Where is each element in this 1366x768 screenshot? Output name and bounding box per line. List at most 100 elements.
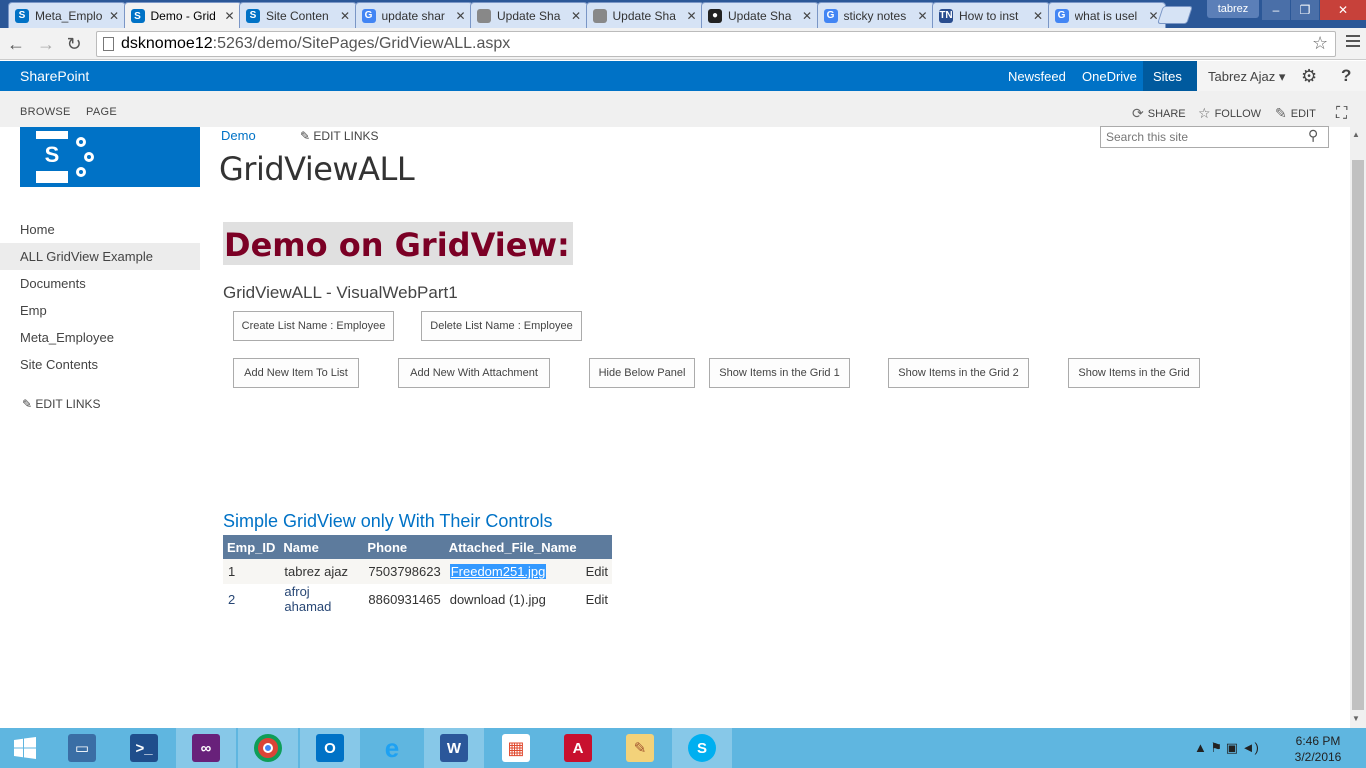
browser-tab[interactable]: Gupdate shar ✕ xyxy=(354,2,473,28)
user-name[interactable]: Tabrez Ajaz ▾ xyxy=(1208,69,1285,85)
scroll-down-icon[interactable]: ▼ xyxy=(1352,714,1360,723)
nav-item-home[interactable]: Home xyxy=(0,216,200,243)
create-list-button[interactable]: Create List Name : Employee xyxy=(233,311,394,341)
edit-links-top[interactable]: ✎ EDIT LINKS xyxy=(300,129,379,143)
taskbar-powershell[interactable]: >_ xyxy=(114,728,174,768)
suite-link-sites[interactable]: Sites xyxy=(1153,69,1182,84)
browser-tab-label: Update Sha xyxy=(612,8,676,23)
delete-list-button[interactable]: Delete List Name : Employee xyxy=(421,311,582,341)
scrollbar-thumb[interactable] xyxy=(1352,160,1364,710)
nav-item-meta-employee[interactable]: Meta_Employee xyxy=(0,324,200,351)
chevron-down-icon: ▾ xyxy=(1278,69,1286,84)
search-input[interactable]: Search this site xyxy=(1100,126,1329,148)
help-icon[interactable]: ? xyxy=(1341,66,1351,86)
close-tab-icon[interactable]: ✕ xyxy=(109,9,119,23)
file-link[interactable]: download (1).jpg xyxy=(445,584,581,614)
paint-icon: ✎ xyxy=(626,734,654,762)
forward-icon[interactable]: → xyxy=(36,34,56,54)
nav-item-site-contents[interactable]: Site Contents xyxy=(0,351,200,378)
url-host: dsknomoe12 xyxy=(121,35,213,52)
search-icon[interactable]: ⚲ xyxy=(1308,127,1318,144)
taskbar-clock[interactable]: 6:46 PM 3/2/2016 xyxy=(1286,733,1350,765)
suite-link-newsfeed[interactable]: Newsfeed xyxy=(1008,69,1066,84)
document-icon xyxy=(477,8,491,23)
follow-button[interactable]: ☆ FOLLOW xyxy=(1198,105,1261,122)
edit-link[interactable]: Edit xyxy=(580,559,613,584)
taskbar-acrobat[interactable]: A xyxy=(548,728,608,768)
edit-button[interactable]: ✎ EDIT xyxy=(1275,105,1316,122)
minimize-button[interactable]: – xyxy=(1262,0,1290,20)
google-icon: G xyxy=(1054,8,1069,23)
nav-item-emp[interactable]: Emp xyxy=(0,297,200,324)
hide-panel-button[interactable]: Hide Below Panel xyxy=(589,358,695,388)
clock-date: 3/2/2016 xyxy=(1294,750,1342,764)
suite-link-onedrive[interactable]: OneDrive xyxy=(1082,69,1137,84)
site-logo[interactable]: S xyxy=(20,127,200,187)
focus-on-content-icon[interactable]: ⛶ xyxy=(1336,105,1347,123)
share-button[interactable]: ⟳ SHARE xyxy=(1132,105,1186,122)
edit-links-nav[interactable]: ✎ EDIT LINKS xyxy=(22,397,101,411)
close-tab-icon[interactable]: ✕ xyxy=(571,9,581,23)
edit-link[interactable]: Edit xyxy=(581,584,612,614)
star-icon: ☆ xyxy=(1198,105,1211,121)
close-tab-icon[interactable]: ✕ xyxy=(340,9,350,23)
reload-icon[interactable]: ↻ xyxy=(64,34,84,54)
browser-tab[interactable]: Gwhat is usel ✕ xyxy=(1047,2,1166,28)
browser-tab-label: Update Sha xyxy=(497,8,561,23)
new-tab-button[interactable] xyxy=(1157,6,1193,24)
browser-tab[interactable]: S Demo - Grid ✕ xyxy=(123,2,242,29)
browser-tab[interactable]: Update Sha ✕ xyxy=(585,2,704,28)
close-tab-icon[interactable]: ✕ xyxy=(686,9,696,23)
page-icon xyxy=(103,37,114,51)
gear-icon[interactable]: ⚙ xyxy=(1301,66,1317,87)
taskbar-skype[interactable]: S xyxy=(672,728,732,768)
bookmark-star-icon[interactable]: ☆ xyxy=(1312,33,1328,54)
browser-tab[interactable]: S Meta_Emplo ✕ xyxy=(8,2,126,28)
scroll-up-icon[interactable]: ▲ xyxy=(1352,130,1360,139)
acrobat-icon: A xyxy=(564,734,592,762)
taskbar-visual-studio[interactable]: ∞ xyxy=(176,728,236,768)
show-grid-2-button[interactable]: Show Items in the Grid 2 xyxy=(888,358,1029,388)
close-tab-icon[interactable]: ✕ xyxy=(455,9,465,23)
cell-name: tabrez ajaz xyxy=(279,559,364,584)
browser-tab[interactable]: Gsticky notes ✕ xyxy=(816,2,935,28)
taskbar-paint[interactable]: ✎ xyxy=(610,728,670,768)
restore-button[interactable]: ❐ xyxy=(1291,0,1319,20)
header-name: Name xyxy=(279,535,364,559)
user-menu[interactable]: Tabrez Ajaz ▾ ⚙ ? xyxy=(1197,61,1366,91)
browser-tab[interactable]: TN How to inst ✕ xyxy=(932,2,1050,28)
browser-tab[interactable]: ● Update Sha ✕ xyxy=(701,2,819,28)
close-tab-icon[interactable]: ✕ xyxy=(917,9,927,23)
nav-item-documents[interactable]: Documents xyxy=(0,270,200,297)
ribbon-tab-page[interactable]: PAGE xyxy=(86,106,117,118)
nav-item-all-gridview[interactable]: ALL GridView Example xyxy=(0,243,200,270)
taskbar-chrome[interactable] xyxy=(238,728,298,768)
browser-profile-chip[interactable]: tabrez xyxy=(1207,0,1259,18)
close-tab-icon[interactable]: ✕ xyxy=(802,9,812,23)
header-emp-id: Emp_ID xyxy=(223,535,280,559)
ribbon-tab-browse[interactable]: BROWSE xyxy=(20,106,71,118)
add-with-attachment-button[interactable]: Add New With Attachment xyxy=(398,358,550,388)
close-tab-icon[interactable]: ✕ xyxy=(224,9,234,23)
taskbar-ie[interactable]: e xyxy=(362,728,422,768)
sharepoint-brand[interactable]: SharePoint xyxy=(20,68,89,84)
show-grid-1-button[interactable]: Show Items in the Grid 1 xyxy=(709,358,850,388)
browser-tab[interactable]: Update Sha ✕ xyxy=(470,2,588,28)
browser-menu-icon[interactable] xyxy=(1346,35,1360,50)
close-window-button[interactable]: ✕ xyxy=(1320,0,1366,20)
breadcrumb[interactable]: Demo xyxy=(221,128,256,143)
taskbar-outlook[interactable]: O xyxy=(300,728,360,768)
add-new-item-button[interactable]: Add New Item To List xyxy=(233,358,359,388)
url-input[interactable]: dsknomoe12:5263/demo/SitePages/GridViewA… xyxy=(96,31,1336,57)
file-link[interactable]: Freedom251.jpg xyxy=(449,564,547,579)
taskbar-word[interactable]: W xyxy=(424,728,484,768)
cell-emp-id: 2 xyxy=(228,591,236,607)
back-icon[interactable]: ← xyxy=(6,34,26,54)
taskbar-apps[interactable]: ▦ xyxy=(486,728,546,768)
start-button[interactable] xyxy=(0,728,50,768)
browser-tab[interactable]: S Site Conten ✕ xyxy=(239,2,357,28)
show-grid-button[interactable]: Show Items in the Grid xyxy=(1068,358,1200,388)
taskbar-explorer[interactable]: ▭ xyxy=(52,728,112,768)
system-tray-icons[interactable]: ▲ ⚑ ▣ ◄) xyxy=(1194,740,1259,756)
close-tab-icon[interactable]: ✕ xyxy=(1033,9,1043,23)
